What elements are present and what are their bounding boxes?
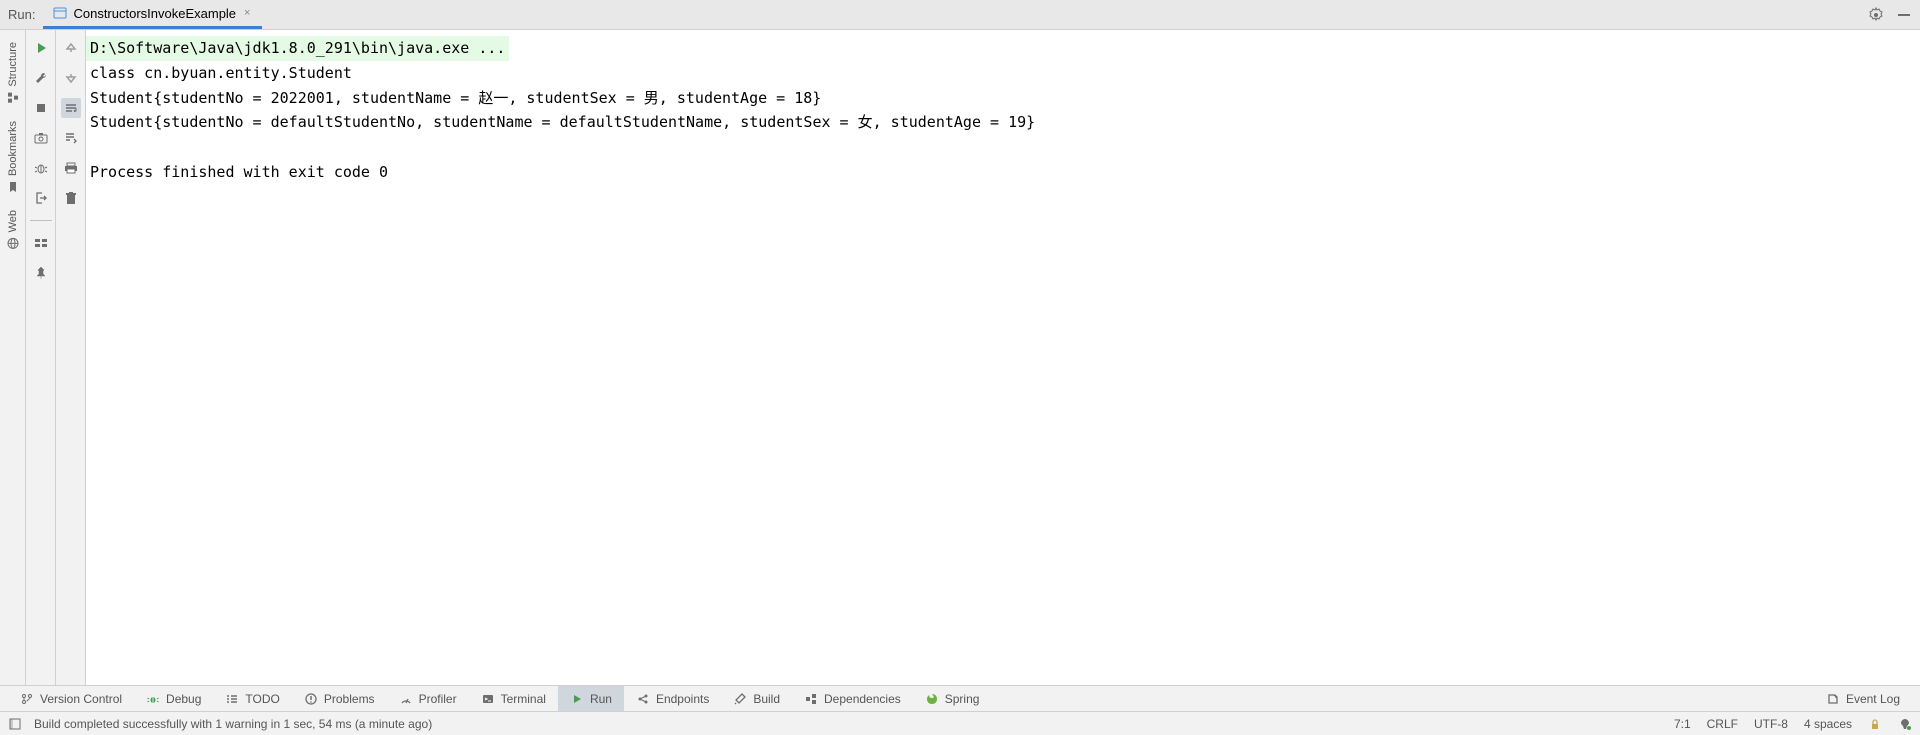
tab-event-log[interactable]: Event Log <box>1814 692 1912 706</box>
run-tab-constructors[interactable]: ConstructorsInvokeExample × <box>43 0 262 29</box>
left-sidebar: Structure Bookmarks Web <box>0 30 26 685</box>
event-log-icon <box>1826 692 1840 706</box>
status-line-ending[interactable]: CRLF <box>1707 717 1738 731</box>
spring-icon <box>925 692 939 706</box>
rerun-icon[interactable] <box>31 38 51 58</box>
console-line-cmd: D:\Software\Java\jdk1.8.0_291\bin\java.e… <box>86 36 509 61</box>
status-window-icon[interactable] <box>8 717 22 731</box>
problems-icon <box>304 692 318 706</box>
exit-icon[interactable] <box>31 188 51 208</box>
close-icon[interactable]: × <box>242 7 252 19</box>
branch-icon <box>20 692 34 706</box>
structure-icon <box>6 91 20 105</box>
tab-spring[interactable]: Spring <box>913 686 992 711</box>
status-position[interactable]: 7:1 <box>1674 717 1691 731</box>
console-exit-line: Process finished with exit code 0 <box>86 160 1920 185</box>
run-config-icon <box>53 6 67 20</box>
build-icon <box>733 692 747 706</box>
bookmark-icon <box>6 180 20 194</box>
console-line: Student{studentNo = 2022001, studentName… <box>86 86 1920 111</box>
status-message: Build completed successfully with 1 warn… <box>34 717 432 731</box>
sidebar-tab-web[interactable]: Web <box>2 202 24 258</box>
trash-icon[interactable] <box>61 188 81 208</box>
print-icon[interactable] <box>61 158 81 178</box>
stop-icon[interactable] <box>31 98 51 118</box>
camera-icon[interactable] <box>31 128 51 148</box>
bottom-tool-tabs: Version Control Debug TODO Problems Prof… <box>0 685 1920 711</box>
tab-run[interactable]: Run <box>558 686 624 711</box>
lock-icon[interactable] <box>1868 717 1882 731</box>
sidebar-tab-bookmarks[interactable]: Bookmarks <box>2 113 24 202</box>
layout-icon[interactable] <box>31 233 51 253</box>
tab-version-control[interactable]: Version Control <box>8 686 134 711</box>
tab-dependencies[interactable]: Dependencies <box>792 686 913 711</box>
console-line: Student{studentNo = defaultStudentNo, st… <box>86 110 1920 135</box>
wrench-icon[interactable] <box>31 68 51 88</box>
status-bar: Build completed successfully with 1 warn… <box>0 711 1920 735</box>
tab-problems[interactable]: Problems <box>292 686 387 711</box>
sidebar-tab-structure[interactable]: Structure <box>2 34 24 113</box>
todo-icon <box>225 692 239 706</box>
run-tab-label: ConstructorsInvokeExample <box>73 6 236 21</box>
run-icon <box>570 692 584 706</box>
down-arrow-icon[interactable] <box>61 68 81 88</box>
tab-terminal[interactable]: Terminal <box>469 686 558 711</box>
run-panel-header: Run: ConstructorsInvokeExample × <box>0 0 1920 30</box>
tab-todo[interactable]: TODO <box>213 686 291 711</box>
terminal-icon <box>481 692 495 706</box>
console-line: class cn.byuan.entity.Student <box>86 61 1920 86</box>
separator <box>30 220 52 221</box>
pin-icon[interactable] <box>31 263 51 283</box>
console-blank <box>86 135 1920 160</box>
run-tabs: ConstructorsInvokeExample × <box>43 0 262 29</box>
run-label: Run: <box>8 7 35 22</box>
scroll-to-end-icon[interactable] <box>61 128 81 148</box>
up-arrow-icon[interactable] <box>61 38 81 58</box>
dependencies-icon <box>804 692 818 706</box>
console-output[interactable]: D:\Software\Java\jdk1.8.0_291\bin\java.e… <box>86 30 1920 685</box>
gear-icon[interactable] <box>1868 7 1884 23</box>
tab-endpoints[interactable]: Endpoints <box>624 686 721 711</box>
tab-debug[interactable]: Debug <box>134 686 213 711</box>
profiler-icon <box>399 692 413 706</box>
endpoints-icon <box>636 692 650 706</box>
status-indent[interactable]: 4 spaces <box>1804 717 1852 731</box>
tab-profiler[interactable]: Profiler <box>387 686 469 711</box>
status-encoding[interactable]: UTF-8 <box>1754 717 1788 731</box>
web-icon <box>6 236 20 250</box>
bug-icon[interactable] <box>31 158 51 178</box>
run-toolbar-right <box>56 30 86 685</box>
inspection-icon[interactable] <box>1898 717 1912 731</box>
minimize-icon[interactable] <box>1896 7 1912 23</box>
tab-build[interactable]: Build <box>721 686 792 711</box>
run-toolbar-left <box>26 30 56 685</box>
debug-icon <box>146 692 160 706</box>
soft-wrap-icon[interactable] <box>61 98 81 118</box>
